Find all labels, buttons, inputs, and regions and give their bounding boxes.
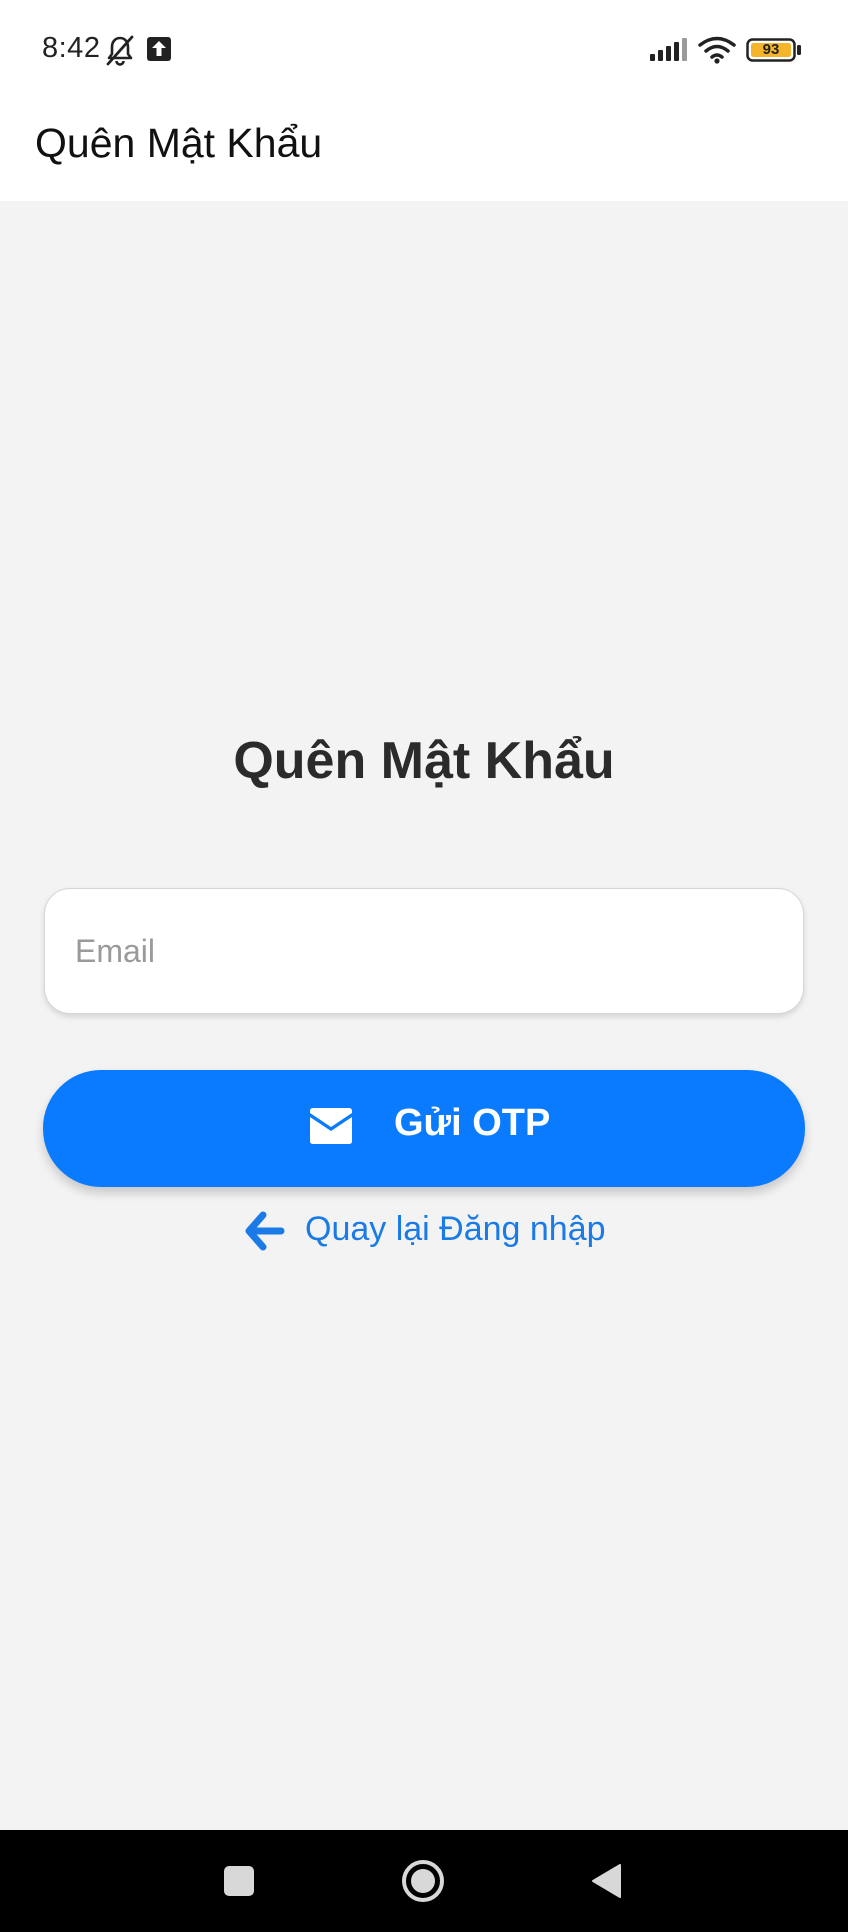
email-field[interactable] [44,888,804,1014]
page-title: Quên Mật Khẩu [233,732,615,790]
navigation-bar [0,1830,848,1932]
envelope-icon [310,1108,352,1144]
signal-icon [650,38,687,61]
status-time: 8:42 [42,32,101,64]
main-content: Quên Mật Khẩu Gửi OTP Quay lại Đăng nhập [0,201,848,1830]
back-triangle-icon[interactable] [590,1863,622,1899]
send-otp-button[interactable]: Gửi OTP [43,1070,805,1187]
home-circle-icon[interactable] [401,1859,445,1903]
upload-icon [147,37,171,61]
recents-square-icon[interactable] [223,1865,255,1897]
status-bar: 8:42 93 [0,0,848,100]
back-to-login-label: Quay lại Đăng nhập [305,1210,606,1248]
battery-icon: 93 [746,38,802,62]
send-otp-label: Gửi OTP [394,1102,551,1144]
battery-level: 93 [762,41,780,58]
app-header: Quên Mật Khẩu [0,100,848,201]
header-title: Quên Mật Khẩu [35,120,323,166]
arrow-left-icon [245,1211,285,1251]
bell-off-icon [106,35,134,66]
wifi-icon [698,36,736,64]
